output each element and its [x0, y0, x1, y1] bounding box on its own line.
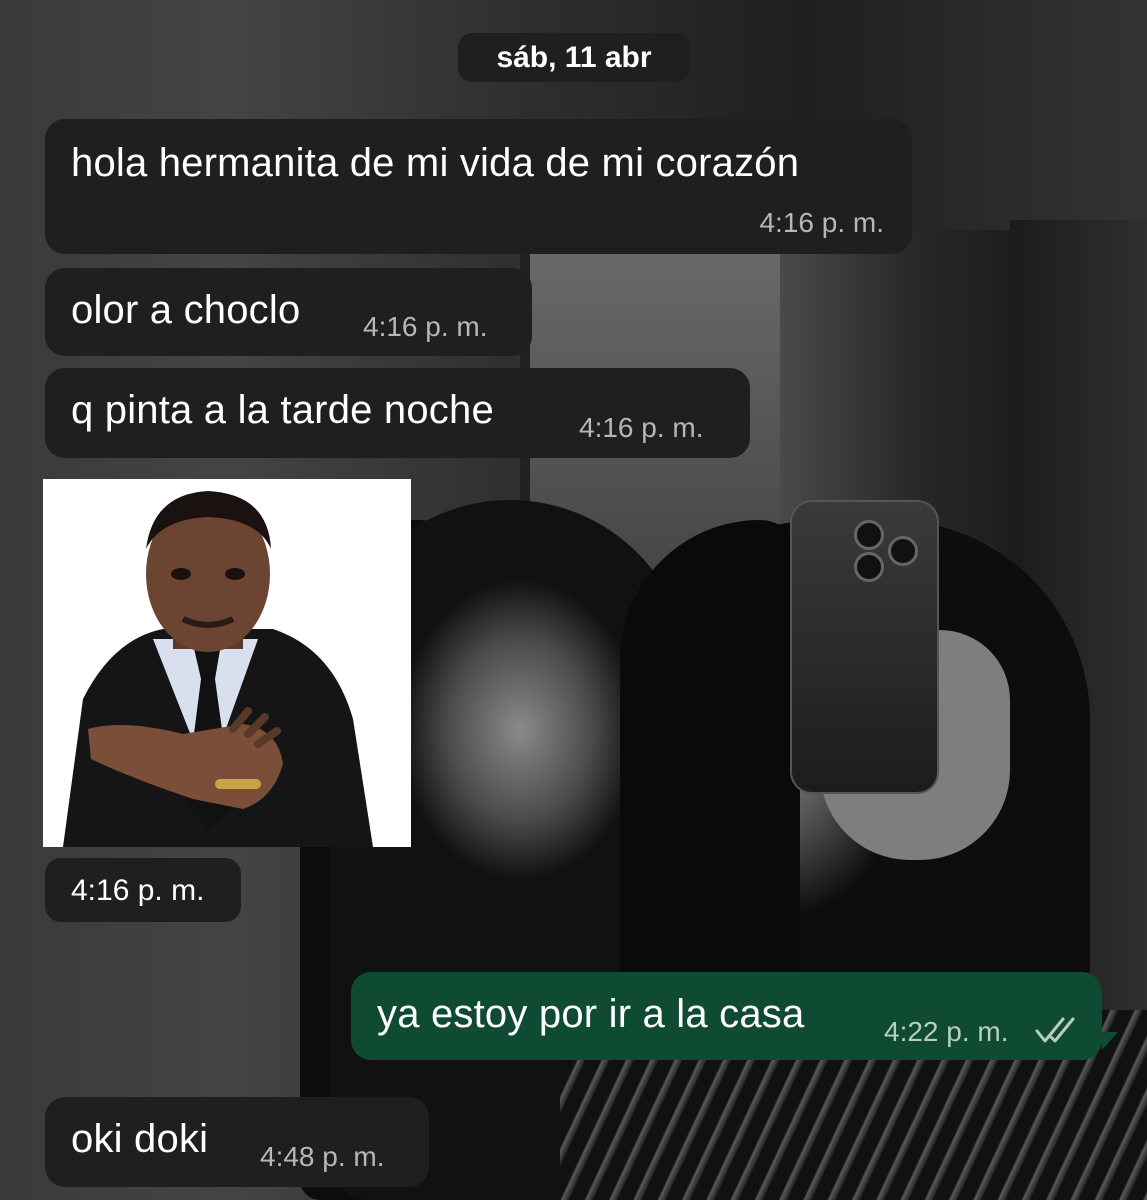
- incoming-message-bubble[interactable]: olor a choclo 4:16 p. m.: [45, 268, 532, 356]
- message-text: olor a choclo: [71, 288, 301, 332]
- message-text: ya estoy por ir a la casa: [377, 992, 805, 1036]
- message-timestamp: 4:16 p. m.: [579, 412, 704, 443]
- phone-camera-icon: [854, 552, 884, 582]
- double-check-icon: [1035, 1017, 1075, 1043]
- man-offering-hand-sticker: [43, 479, 411, 847]
- incoming-message-bubble[interactable]: oki doki 4:48 p. m.: [45, 1097, 429, 1187]
- message-timestamp: 4:16 p. m.: [71, 874, 205, 907]
- date-label: sáb, 11 abr: [496, 40, 652, 74]
- incoming-message-bubble[interactable]: q pinta a la tarde noche 4:16 p. m.: [45, 368, 750, 458]
- wallpaper-phone: [790, 500, 939, 794]
- message-text: oki doki: [71, 1117, 209, 1161]
- message-text: hola hermanita de mi vida de mi corazón: [71, 141, 800, 185]
- phone-camera-icon: [854, 520, 884, 550]
- outgoing-message-bubble[interactable]: ya estoy por ir a la casa 4:22 p. m.: [351, 972, 1102, 1060]
- message-text: q pinta a la tarde noche: [71, 388, 494, 432]
- outgoing-bubble-tail: [1102, 1032, 1118, 1050]
- date-separator: sáb, 11 abr: [458, 33, 690, 82]
- message-timestamp: 4:48 p. m.: [260, 1141, 385, 1172]
- message-timestamp: 4:16 p. m.: [759, 207, 884, 238]
- sticker-image[interactable]: [43, 479, 411, 847]
- message-timestamp: 4:16 p. m.: [363, 311, 488, 342]
- message-timestamp: 4:22 p. m.: [884, 1016, 1009, 1047]
- phone-camera-icon: [888, 536, 918, 566]
- sticker-timestamp-pill: 4:16 p. m.: [45, 858, 241, 922]
- incoming-message-bubble[interactable]: hola hermanita de mi vida de mi corazón …: [45, 119, 912, 254]
